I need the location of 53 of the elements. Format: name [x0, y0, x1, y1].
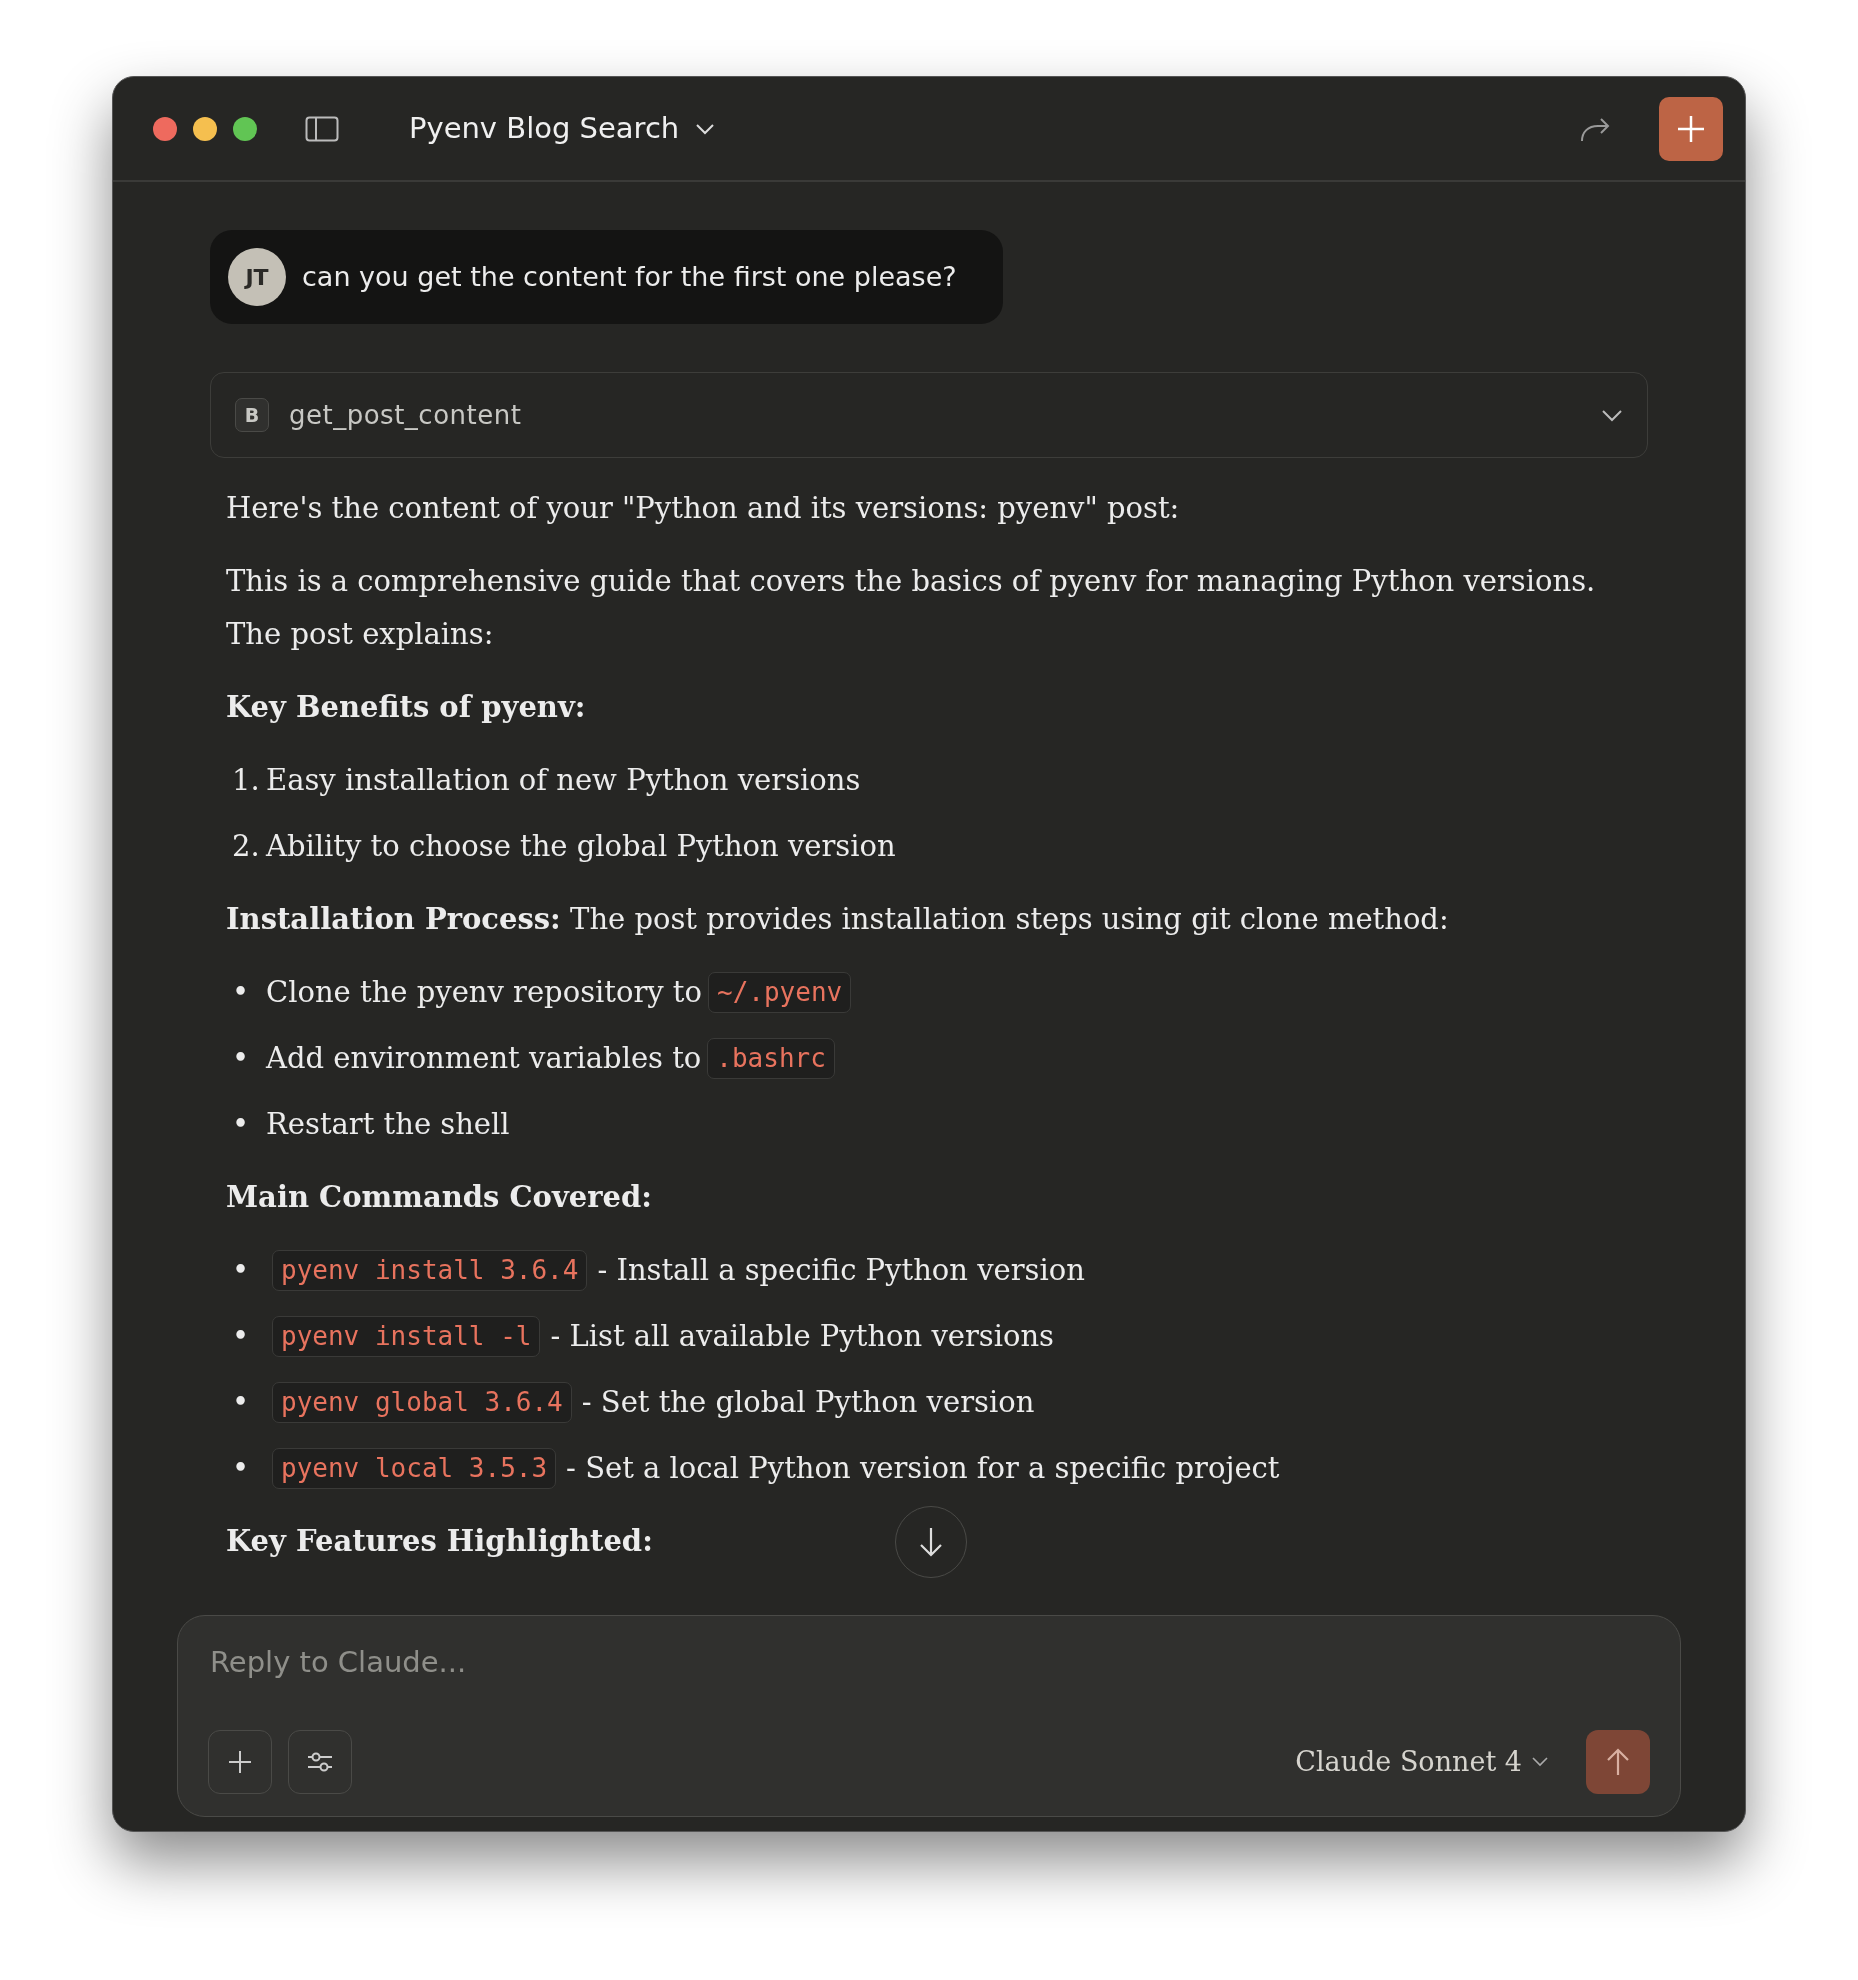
chevron-down-icon: [1532, 1757, 1548, 1767]
list-number: 2.: [232, 828, 261, 865]
model-selector[interactable]: Claude Sonnet 4: [1289, 1740, 1554, 1784]
close-button[interactable]: [153, 116, 177, 141]
list-item-text: - Set a local Python version for a specific project: [566, 1450, 1280, 1487]
maximize-button[interactable]: [233, 116, 257, 141]
list-item-text: Ability to choose the global Python version: [266, 828, 896, 865]
bullet-mark: •: [232, 1252, 251, 1289]
list-number: 1.: [232, 762, 261, 799]
settings-button[interactable]: [288, 1730, 352, 1794]
bullet-mark: •: [232, 1450, 251, 1487]
inline-code: pyenv local 3.5.3: [272, 1448, 557, 1489]
sidebar-icon[interactable]: [305, 115, 339, 142]
chevron-down-icon: [695, 122, 716, 135]
send-button[interactable]: [1586, 1730, 1650, 1794]
inline-code: pyenv global 3.6.4: [272, 1382, 572, 1423]
inline-code: pyenv install 3.6.4: [272, 1250, 588, 1291]
response-paragraph: Installation Process: The post provides installation steps using git clone method:: [226, 901, 1449, 938]
response-paragraph: Here's the content of your "Python and its versions: pyenv" post:: [226, 490, 1180, 527]
message-text: can you get the content for the first one please?: [302, 259, 957, 294]
tool-call-row[interactable]: B get_post_content: [210, 372, 1648, 458]
chat-title[interactable]: Pyenv Blog Search: [403, 105, 722, 152]
bullet-mark: •: [232, 1040, 251, 1077]
arrow-down-icon: [918, 1526, 944, 1558]
bullet-mark: •: [232, 974, 251, 1011]
inline-code: pyenv install -l: [272, 1316, 541, 1357]
response-paragraph: This is a comprehensive guide that covers the basics of pyenv for managing Python versions. The post explains:: [226, 563, 1597, 653]
section-heading: Key Benefits of pyenv:: [226, 689, 586, 726]
inline-code: .bashrc: [707, 1038, 835, 1079]
minimize-button[interactable]: [193, 116, 217, 141]
chevron-down-icon: [1601, 408, 1623, 422]
list-item-text: Add environment variables to: [266, 1040, 702, 1077]
section-heading: Key Features Highlighted:: [226, 1523, 653, 1560]
sliders-icon: [306, 1750, 334, 1774]
list-item-text: Clone the pyenv repository to: [266, 974, 702, 1011]
new-chat-button[interactable]: [1659, 96, 1723, 161]
list-item-text: Restart the shell: [266, 1106, 510, 1143]
tool-badge: B: [235, 398, 269, 432]
plus-icon: [227, 1749, 253, 1775]
list-item-text: - List all available Python versions: [550, 1318, 1054, 1355]
bullet-mark: •: [232, 1318, 251, 1355]
list-item-text: - Install a specific Python version: [597, 1252, 1085, 1289]
reply-input[interactable]: Reply to Claude...: [208, 1640, 1650, 1686]
list-item-text: - Set the global Python version: [581, 1384, 1035, 1421]
section-heading: Main Commands Covered:: [226, 1179, 652, 1216]
user-avatar: JT: [228, 248, 286, 306]
arrow-up-icon: [1606, 1747, 1630, 1777]
bullet-mark: •: [232, 1384, 251, 1421]
add-button[interactable]: [208, 1730, 272, 1794]
plus-icon: [1676, 113, 1706, 144]
inline-code: ~/.pyenv: [708, 972, 852, 1013]
list-item-text: Easy installation of new Python versions: [266, 762, 861, 799]
bullet-mark: •: [232, 1106, 251, 1143]
